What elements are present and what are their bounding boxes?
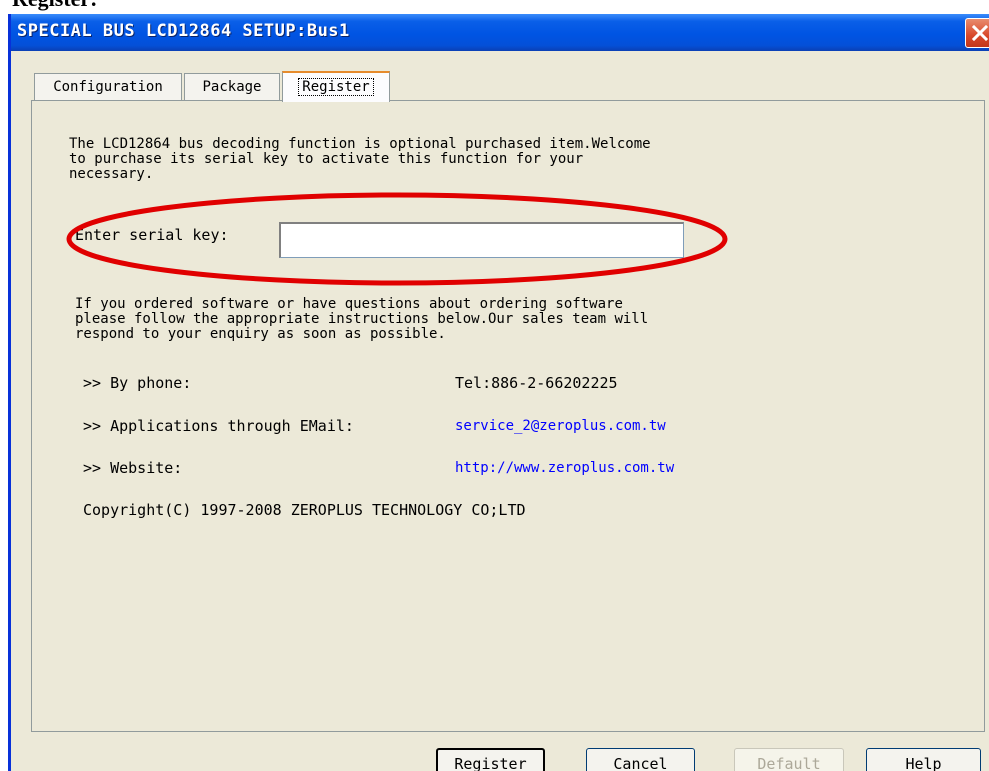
- contact-label-website: >> Website:: [83, 459, 183, 477]
- contact-label-email: >> Applications through EMail:: [83, 417, 354, 435]
- help-button[interactable]: Help: [866, 748, 981, 771]
- copyright-text: Copyright(C) 1997-2008 ZEROPLUS TECHNOLO…: [83, 501, 526, 519]
- email-link[interactable]: service_2@zeroplus.com.tw: [455, 418, 666, 434]
- tab-register[interactable]: Register: [282, 71, 390, 102]
- close-button[interactable]: [965, 18, 989, 48]
- contact-value-phone: Tel:886-2-66202225: [455, 374, 618, 392]
- intro-text: The LCD12864 bus decoding function is op…: [69, 136, 651, 182]
- contact-label-phone: >> By phone:: [83, 374, 192, 392]
- register-button[interactable]: Register: [436, 748, 545, 771]
- cancel-button[interactable]: Cancel: [586, 748, 695, 771]
- ordering-text: If you ordered software or have question…: [75, 296, 649, 342]
- tab-register-label: Register: [298, 78, 374, 96]
- website-link[interactable]: http://www.zeroplus.com.tw: [455, 460, 674, 476]
- tab-package[interactable]: Package: [184, 73, 280, 100]
- serial-key-label: Enter serial key:: [75, 226, 229, 244]
- window-title: SPECIAL BUS LCD12864 SETUP:Bus1: [17, 21, 350, 41]
- close-icon: [971, 24, 989, 42]
- register-panel: [31, 100, 985, 732]
- tab-configuration[interactable]: Configuration: [34, 73, 182, 100]
- title-bar[interactable]: SPECIAL BUS LCD12864 SETUP:Bus1: [11, 14, 989, 51]
- document-heading: Register:: [12, 0, 98, 12]
- setup-dialog: SPECIAL BUS LCD12864 SETUP:Bus1 Configur…: [8, 14, 989, 771]
- default-button[interactable]: Default: [734, 748, 844, 771]
- serial-key-input[interactable]: [279, 222, 684, 258]
